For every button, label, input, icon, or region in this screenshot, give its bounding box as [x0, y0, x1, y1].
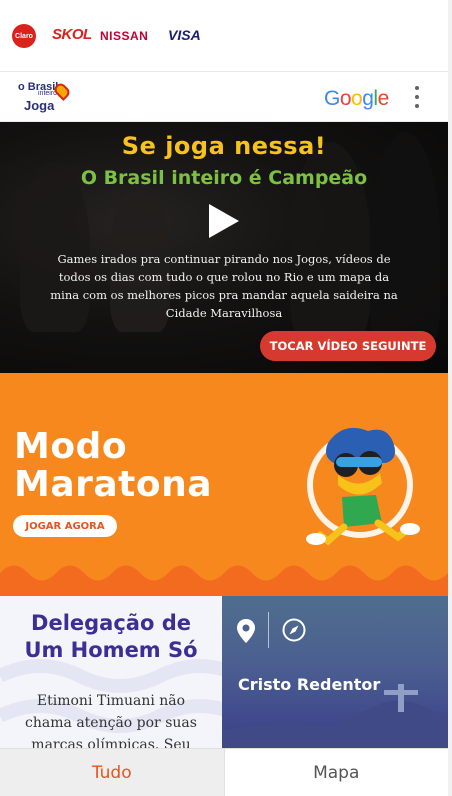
hero-description: Games irados pra continuar pirando nos J… [50, 252, 398, 320]
google-letter: o [339, 87, 352, 110]
tab-map[interactable]: Mapa [223, 749, 448, 796]
icon-divider [268, 612, 269, 648]
modo-maratona-banner[interactable]: Modo Maratona JOGAR AGORA [0, 373, 448, 596]
runner-mascot-illustration [306, 427, 420, 546]
card-title: Delegação de Um Homem Só [0, 610, 222, 664]
google-letter: e [377, 87, 390, 110]
map-pin-icon[interactable] [236, 618, 256, 644]
google-letter: G [324, 87, 340, 110]
skol-logo[interactable]: SKOL [52, 26, 92, 43]
bottom-tabs: Tudo Mapa [0, 748, 448, 796]
card-title-line-1: Delegação de [31, 611, 191, 635]
card-title-line-2: Um Homem Só [24, 638, 198, 662]
hero-title: Se joga nessa! [121, 132, 327, 160]
card-excerpt: Etimoni Timuani não chama atenção por su… [25, 693, 197, 748]
place-name: Cristo Redentor [238, 675, 381, 694]
banner-wave-decoration [0, 565, 448, 596]
more-vert-icon[interactable] [410, 86, 424, 108]
article-card-delegacao[interactable]: Delegação de Um Homem Só Etimoni Timuani… [0, 596, 222, 748]
logo-line-3: Joga [24, 98, 55, 113]
play-now-button[interactable]: JOGAR AGORA [13, 515, 117, 537]
play-icon[interactable] [209, 204, 239, 238]
scrollbar[interactable] [448, 0, 452, 796]
nissan-logo[interactable]: NISSAN [100, 29, 148, 43]
brasil-inteiro-joga-logo[interactable]: o Brasil inteiro Joga [18, 81, 72, 113]
visa-logo[interactable]: VISA [168, 27, 201, 43]
hero-subtitle: O Brasil inteiro é Campeão [80, 167, 368, 189]
compass-icon[interactable] [282, 618, 306, 642]
claro-logo[interactable]: Claro [12, 24, 36, 48]
google-logo: Google [324, 87, 389, 111]
app-header: o Brasil inteiro Joga Google [0, 72, 448, 122]
google-letter: g [362, 87, 374, 110]
play-next-video-button[interactable]: TOCAR VÍDEO SEGUINTE [260, 331, 436, 361]
tab-all[interactable]: Tudo [0, 749, 224, 796]
sponsors-bar: Claro SKOL NISSAN VISA [0, 0, 448, 72]
modo-maratona-title: Modo Maratona [14, 428, 212, 504]
place-card-cristo-redentor[interactable]: Cristo Redentor [222, 596, 448, 748]
hero-video[interactable]: Se joga nessa! O Brasil inteiro é Campeã… [0, 122, 448, 373]
title-line-2: Maratona [14, 464, 213, 505]
title-line-1: Modo [14, 426, 128, 467]
google-letter: o [351, 87, 363, 110]
